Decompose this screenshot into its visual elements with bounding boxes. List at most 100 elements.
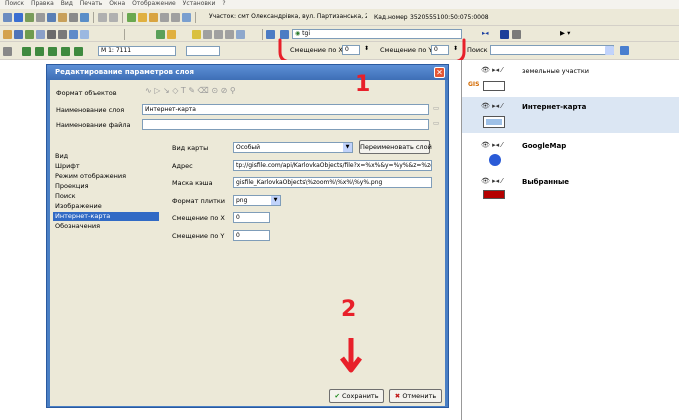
file-name-label: Наименование файла <box>56 121 131 129</box>
arrow-down-icon <box>340 338 362 373</box>
file-browse-icon[interactable]: ▭ <box>433 119 439 127</box>
menu-help[interactable]: ? <box>222 0 225 7</box>
tile-format-select[interactable]: png ▼ <box>233 195 281 206</box>
category-view[interactable]: Вид <box>53 152 159 161</box>
zoom-prev-icon[interactable] <box>61 47 70 56</box>
category-display-mode[interactable]: Режим отображения <box>53 172 159 181</box>
category-search[interactable]: Поиск <box>53 192 159 201</box>
layer-item[interactable]: 👁 ▸◂ ⁄ земельные участки GIS <box>462 62 679 96</box>
redo-icon[interactable] <box>109 13 118 22</box>
measure-icon[interactable] <box>58 13 67 22</box>
category-font[interactable]: Шрифт <box>53 162 159 171</box>
print-icon[interactable] <box>149 13 158 22</box>
image-icon[interactable] <box>127 13 136 22</box>
eye-icon[interactable]: 👁 ▸◂ ⁄ <box>481 141 503 149</box>
search-dropdown-icon[interactable] <box>605 46 614 55</box>
zoom-next-icon[interactable] <box>74 47 83 56</box>
search-field[interactable] <box>490 45 614 55</box>
open-icon[interactable] <box>3 13 12 22</box>
category-image[interactable]: Изображение <box>53 202 159 211</box>
layer-name-input[interactable]: Интернет-карта <box>142 104 429 115</box>
layer-item[interactable]: 👁 ▸◂ ⁄ Выбранные <box>462 172 679 202</box>
draw-icon[interactable] <box>47 30 56 39</box>
export-icon[interactable] <box>182 13 191 22</box>
layer-name-browse-icon[interactable]: ▭ <box>433 104 439 112</box>
run-icon[interactable]: ▶ ▾ <box>560 29 570 38</box>
doc-icon[interactable] <box>225 30 234 39</box>
search-go-icon[interactable] <box>620 46 629 55</box>
dialog-body: Формат объектов ∿ ▷ ↘ ◇ T ✎ ⌫ ⊙ ⊘ ⚲ Наим… <box>50 80 445 406</box>
info2-icon[interactable] <box>14 30 23 39</box>
cancel-button[interactable]: ✖ Отменить <box>389 389 442 403</box>
menu-print[interactable]: Печать <box>80 0 102 7</box>
chevron-down-icon[interactable]: ▼ <box>343 143 352 152</box>
layer-item[interactable]: 👁 ▸◂ ⁄ GoogleMap <box>462 136 679 168</box>
category-internet-map[interactable]: Интернет-карта <box>53 212 159 221</box>
menu-display[interactable]: Отображение <box>132 0 176 7</box>
eye-icon[interactable]: 👁 ▸◂ ⁄ <box>481 66 503 74</box>
dialog-offset-y-label: Смещение по Y <box>172 232 225 240</box>
map-icon[interactable] <box>156 30 165 39</box>
move-icon[interactable] <box>25 30 34 39</box>
window-icon[interactable] <box>236 30 245 39</box>
category-projection[interactable]: Проекция <box>53 182 159 191</box>
tile-format-value: png <box>236 197 248 204</box>
layer-color-swatch[interactable] <box>483 190 505 199</box>
hand-icon[interactable] <box>25 13 34 22</box>
map-type-select[interactable]: Особый ▼ <box>233 142 353 153</box>
zoom-full-icon[interactable] <box>48 47 57 56</box>
dialog-offset-x-input[interactable]: 0 <box>233 212 270 223</box>
cache-mask-input[interactable]: gisfile_KarlovkaObjects\%zoom%\%x%\%y%.p… <box>233 177 432 188</box>
eye-icon[interactable]: 👁 ▸◂ ⁄ <box>481 177 503 185</box>
address-input[interactable]: tp://gisfile.com/api/KarlovkaObjects/fil… <box>233 160 432 171</box>
scale-field[interactable]: M 1: 7111 <box>98 46 176 56</box>
format-toolbar-icons[interactable]: ∿ ▷ ↘ ◇ T ✎ ⌫ ⊙ ⊘ ⚲ <box>145 86 236 95</box>
layer-item-selected[interactable]: 👁 ▸◂ ⁄ Интернет-карта <box>462 97 679 133</box>
crosshair-icon[interactable] <box>36 30 45 39</box>
map-type-value: Особый <box>236 144 261 151</box>
calc-icon[interactable] <box>203 30 212 39</box>
dialog-offset-y-input[interactable]: 0 <box>233 230 270 241</box>
folder2-icon[interactable] <box>167 30 176 39</box>
close-icon[interactable]: ✕ <box>434 67 445 78</box>
menu-search[interactable]: Поиск <box>5 0 24 7</box>
table-icon[interactable] <box>160 13 169 22</box>
shape-icon[interactable] <box>80 30 89 39</box>
report-icon[interactable] <box>171 13 180 22</box>
zoom-in-icon[interactable] <box>22 47 31 56</box>
layer-settings-dialog: Редактирование параметров слоя ✕ Формат … <box>46 64 449 408</box>
layer-icon[interactable] <box>80 13 89 22</box>
save-button[interactable]: ✔ Сохранить <box>329 389 384 403</box>
book-icon[interactable] <box>3 30 12 39</box>
layer-name-label: Наименование слоя <box>56 106 125 114</box>
menu-view[interactable]: Вид <box>61 0 73 7</box>
search-label: Поиск <box>467 46 488 54</box>
nav-arrow-icon[interactable]: ▸◂ <box>482 29 489 38</box>
pan-icon[interactable] <box>47 13 56 22</box>
info-icon[interactable] <box>14 13 23 22</box>
list-icon[interactable] <box>214 30 223 39</box>
zoom-icon[interactable] <box>3 47 12 56</box>
nav-left-icon[interactable] <box>500 30 509 39</box>
select-icon[interactable] <box>36 13 45 22</box>
category-symbols[interactable]: Обозначения <box>53 222 159 231</box>
menu-windows[interactable]: Окна <box>109 0 125 7</box>
eye-icon[interactable]: 👁 ▸◂ ⁄ <box>481 102 503 110</box>
node-icon[interactable] <box>69 30 78 39</box>
layer-color-swatch[interactable] <box>483 81 505 91</box>
nav-edit-icon[interactable] <box>512 30 521 39</box>
grid-icon[interactable] <box>192 30 201 39</box>
layer-map-thumbnail[interactable] <box>483 116 505 128</box>
zoom-out-icon[interactable] <box>35 47 44 56</box>
menu-settings[interactable]: Установки <box>183 0 216 7</box>
folder-icon[interactable] <box>138 13 147 22</box>
edit-icon[interactable] <box>69 13 78 22</box>
scale-ruler-field[interactable] <box>186 46 220 56</box>
rename-layer-button[interactable]: Переименовать слой <box>359 140 432 154</box>
chevron-down-icon[interactable]: ▼ <box>271 196 280 205</box>
menu-edit[interactable]: Правка <box>31 0 54 7</box>
file-name-input[interactable] <box>142 119 429 130</box>
pencil-icon[interactable] <box>58 30 67 39</box>
undo-icon[interactable] <box>98 13 107 22</box>
layers-panel-icon[interactable] <box>266 30 275 39</box>
